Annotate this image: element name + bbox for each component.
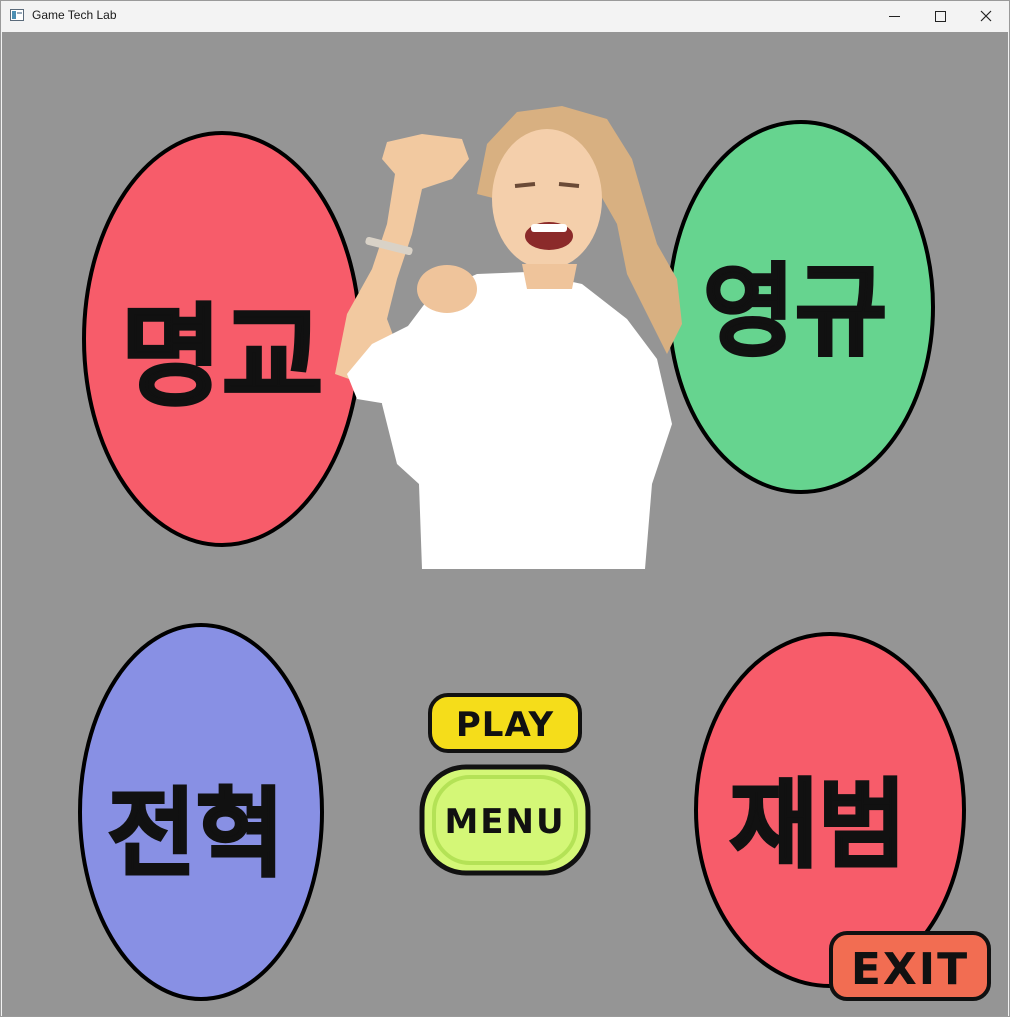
- character-label-myeonggyo: 명교: [121, 293, 323, 421]
- close-icon: [980, 10, 992, 22]
- play-button[interactable]: PLAY: [427, 692, 583, 754]
- cheering-woman-figure: [335, 106, 682, 569]
- character-circle-myeonggyo[interactable]: 명교: [81, 130, 363, 548]
- character-circle-jeonhyeok[interactable]: 전혁: [76, 622, 326, 1002]
- exit-button-label: EXIT: [851, 944, 969, 995]
- character-label-yeonggyu: 영규: [703, 253, 887, 370]
- menu-button-label: MENU: [444, 802, 565, 842]
- character-circle-yeonggyu[interactable]: 영규: [665, 118, 937, 496]
- exit-button[interactable]: EXIT: [828, 930, 994, 1004]
- character-label-jaebeom: 재범: [730, 769, 907, 881]
- menu-button[interactable]: MENU: [418, 763, 592, 877]
- minimize-button[interactable]: [871, 1, 917, 31]
- game-window: Game Tech Lab 명교 영규 전혁 재범 PLAY MENU EXIT: [0, 0, 1010, 1017]
- maximize-button[interactable]: [917, 1, 963, 31]
- close-button[interactable]: [963, 1, 1009, 31]
- game-canvas: 명교 영규 전혁 재범 PLAY MENU EXIT: [2, 32, 1008, 1016]
- app-window-icon: [10, 9, 24, 21]
- maximize-icon: [934, 10, 946, 22]
- character-label-jeonhyeok: 전혁: [108, 778, 285, 890]
- window-title: Game Tech Lab: [32, 8, 117, 22]
- minimize-icon: [888, 15, 900, 17]
- play-button-label: PLAY: [456, 705, 554, 745]
- title-bar[interactable]: Game Tech Lab: [1, 1, 1009, 31]
